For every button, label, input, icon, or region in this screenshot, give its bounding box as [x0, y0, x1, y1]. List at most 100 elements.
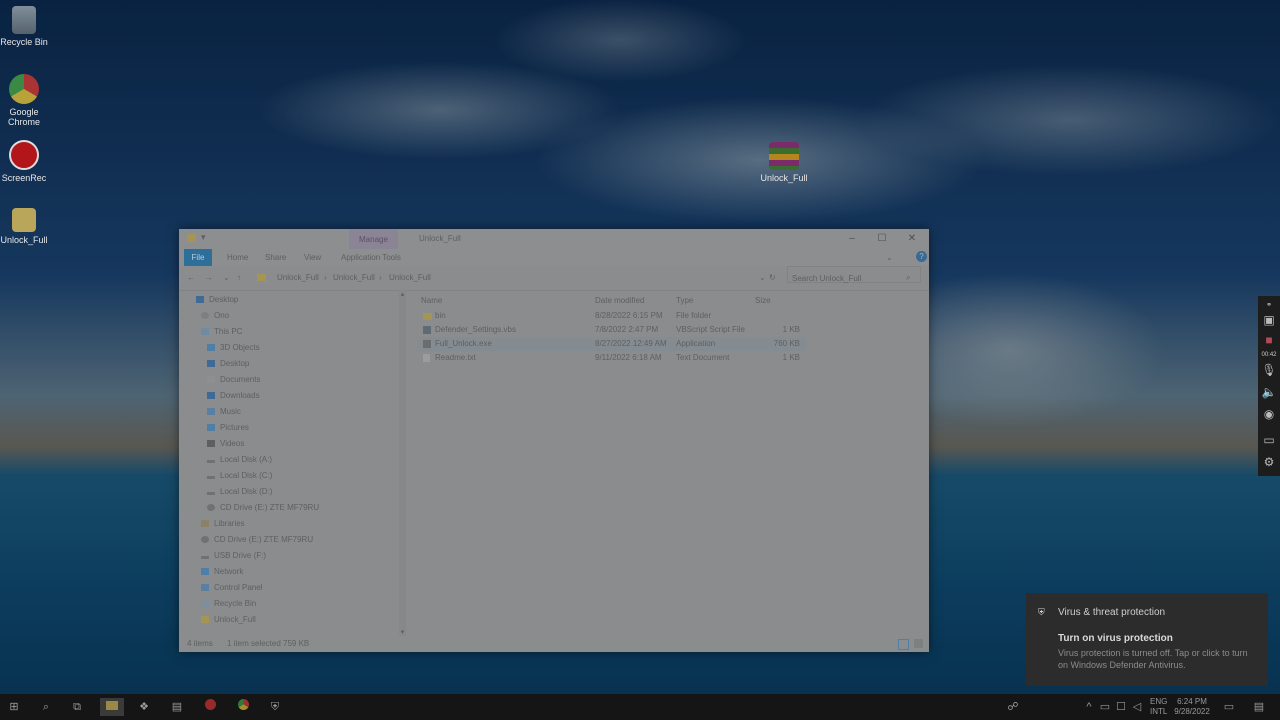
column-header-date[interactable]: Date modified	[595, 294, 644, 308]
tab-application-tools[interactable]: Application Tools	[341, 249, 401, 266]
nav-item[interactable]: CD Drive (E:) ZTE MF79RU	[201, 533, 313, 547]
nav-item[interactable]: Local Disk (A:)	[207, 453, 272, 467]
screen-icon[interactable]: ▭	[1261, 432, 1277, 448]
nav-item[interactable]: Local Disk (C:)	[207, 469, 272, 483]
clock[interactable]: 6:24 PM 9/28/2022	[1172, 697, 1212, 717]
nav-item[interactable]: Network	[201, 565, 243, 579]
language-indicator[interactable]: ENG INTL	[1150, 697, 1167, 717]
scroll-up-icon[interactable]: ▴	[399, 290, 406, 298]
nav-item[interactable]: USB Drive (F:)	[201, 549, 266, 563]
column-header-size[interactable]: Size	[755, 294, 771, 308]
maximize-button[interactable]: ☐	[867, 229, 897, 249]
breadcrumb-item[interactable]: Unlock_Full	[277, 266, 319, 290]
nav-item[interactable]: Libraries	[201, 517, 245, 531]
desktop-icon[interactable]: ▭	[1220, 698, 1238, 716]
back-arrow-icon[interactable]: ←	[187, 266, 195, 290]
breadcrumb-item[interactable]: Unlock_Full	[333, 266, 375, 290]
file-explorer-taskbar-icon[interactable]	[100, 698, 124, 716]
close-button[interactable]: ✕	[897, 229, 927, 249]
address-bar: ← → ⌄ ↑ Unlock_Full › Unlock_Full › Unlo…	[179, 266, 929, 291]
file-explorer-window: ▾ Manage Unlock_Full – ☐ ✕ File Home Sha…	[179, 229, 929, 652]
table-row[interactable]: bin 8/28/2022 6:15 PM File folder	[417, 309, 807, 323]
nav-item[interactable]: Control Panel	[201, 581, 262, 595]
people-icon[interactable]: ☍	[1004, 698, 1022, 716]
tab-file[interactable]: File	[184, 249, 212, 266]
cd-drive-icon	[201, 536, 209, 543]
chrome-taskbar-icon[interactable]	[234, 698, 252, 716]
nav-item[interactable]: Documents	[207, 373, 260, 387]
forward-arrow-icon[interactable]: →	[205, 266, 213, 290]
tab-view[interactable]: View	[304, 249, 321, 266]
details-view-icon[interactable]	[898, 639, 909, 650]
chevron-down-icon[interactable]: ⌄	[759, 266, 766, 290]
nav-item[interactable]: Downloads	[207, 389, 260, 403]
gear-icon[interactable]: ⚙	[1261, 454, 1277, 470]
search-icon[interactable]: ⌕	[37, 698, 55, 716]
clock-date: 9/28/2022	[1174, 707, 1210, 716]
speaker-icon[interactable]: 🔈	[1261, 384, 1277, 400]
nav-item[interactable]: Pictures	[207, 421, 249, 435]
nav-item[interactable]: Desktop	[207, 357, 249, 371]
manage-contextual-tab[interactable]: Manage	[349, 229, 398, 249]
app-taskbar-icon[interactable]: ❖	[135, 698, 153, 716]
scroll-down-icon[interactable]: ▾	[399, 628, 406, 636]
3d-objects-icon	[207, 344, 215, 351]
nav-item[interactable]: This PC	[201, 325, 242, 339]
nav-item[interactable]: Music	[207, 405, 241, 419]
camera-icon[interactable]: ▣	[1261, 312, 1277, 328]
up-arrow-icon[interactable]: ↑	[237, 266, 241, 290]
microphone-icon[interactable]: 🎙	[1261, 362, 1277, 378]
desktop-icon-chrome[interactable]: Google Chrome	[0, 74, 48, 127]
nav-item[interactable]: CD Drive (E:) ZTE MF79RU	[207, 501, 319, 515]
desktop-icon-unlock-archive[interactable]: Unlock_Full	[758, 142, 810, 183]
libraries-icon	[201, 520, 209, 527]
refresh-icon[interactable]: ↻	[769, 266, 776, 290]
large-icons-view-icon[interactable]	[914, 639, 923, 648]
nav-item[interactable]: Videos	[207, 437, 244, 451]
chevron-down-icon[interactable]: ⌄	[223, 266, 230, 290]
breadcrumb-item[interactable]: Unlock_Full	[389, 266, 431, 290]
task-view-icon[interactable]: ⧉	[68, 698, 86, 716]
column-header-name[interactable]: Name	[421, 294, 442, 308]
tab-home[interactable]: Home	[227, 249, 248, 266]
search-icon[interactable]: ⌕	[906, 266, 910, 290]
search-input[interactable]: Search Unlock_Full	[787, 266, 921, 283]
desktop-icon-label: ScreenRec	[1, 173, 47, 183]
status-selection: 1 item selected 759 KB	[227, 639, 310, 648]
nav-item[interactable]: Local Disk (D:)	[207, 485, 272, 499]
file-date: 8/28/2022 6:15 PM	[595, 311, 663, 320]
windows-start-icon[interactable]: ⊞	[5, 698, 23, 716]
text-file-icon	[423, 354, 430, 362]
nav-scrollbar[interactable]: ▴ ▾	[399, 290, 406, 636]
webcam-icon[interactable]: ◉	[1261, 406, 1277, 422]
table-row[interactable]: Defender_Settings.vbs 7/8/2022 2:47 PM V…	[417, 323, 807, 337]
volume-icon[interactable]: ◁	[1128, 698, 1146, 716]
quick-access-toolbar-icon[interactable]: ▾	[201, 232, 206, 243]
help-icon[interactable]: ?	[916, 251, 927, 262]
column-header-type[interactable]: Type	[676, 294, 693, 308]
record-stop-icon[interactable]: ■	[1261, 332, 1277, 348]
chevron-down-icon[interactable]: ⌄	[886, 249, 893, 266]
notification-center-icon[interactable]: ▤	[1250, 698, 1268, 716]
nav-item[interactable]: Desktop	[196, 293, 238, 307]
cd-drive-icon	[207, 504, 215, 511]
security-taskbar-icon[interactable]: ⛨	[266, 698, 284, 716]
nav-item[interactable]: 3D Objects	[207, 341, 260, 355]
screenrec-taskbar-icon[interactable]	[201, 698, 219, 716]
desktop-icon-screenrec[interactable]: ScreenRec	[0, 140, 48, 183]
folder-icon	[201, 616, 209, 623]
minimize-button[interactable]: –	[837, 229, 867, 249]
nav-item[interactable]: Ono	[201, 309, 229, 323]
table-row-selected[interactable]: Full_Unlock.exe 8/27/2022 12:49 AM Appli…	[417, 337, 807, 351]
defender-notification-toast[interactable]: ⛨ Virus & threat protection Turn on viru…	[1026, 593, 1268, 686]
desktop-icon-unlock-folder[interactable]: Unlock_Full	[0, 208, 48, 245]
tab-share[interactable]: Share	[265, 249, 286, 266]
table-row[interactable]: Readme.txt 9/11/2022 6:18 AM Text Docume…	[417, 351, 807, 365]
desktop-icon-label: Recycle Bin	[0, 37, 48, 47]
desktop-icon-recycle-bin[interactable]: Recycle Bin	[0, 6, 48, 47]
app-taskbar-icon[interactable]: ▤	[168, 698, 186, 716]
screenrec-icon	[9, 140, 39, 170]
nav-item[interactable]: Unlock_Full	[201, 613, 256, 627]
computer-icon	[201, 328, 209, 335]
nav-item[interactable]: Recycle Bin	[201, 597, 256, 611]
